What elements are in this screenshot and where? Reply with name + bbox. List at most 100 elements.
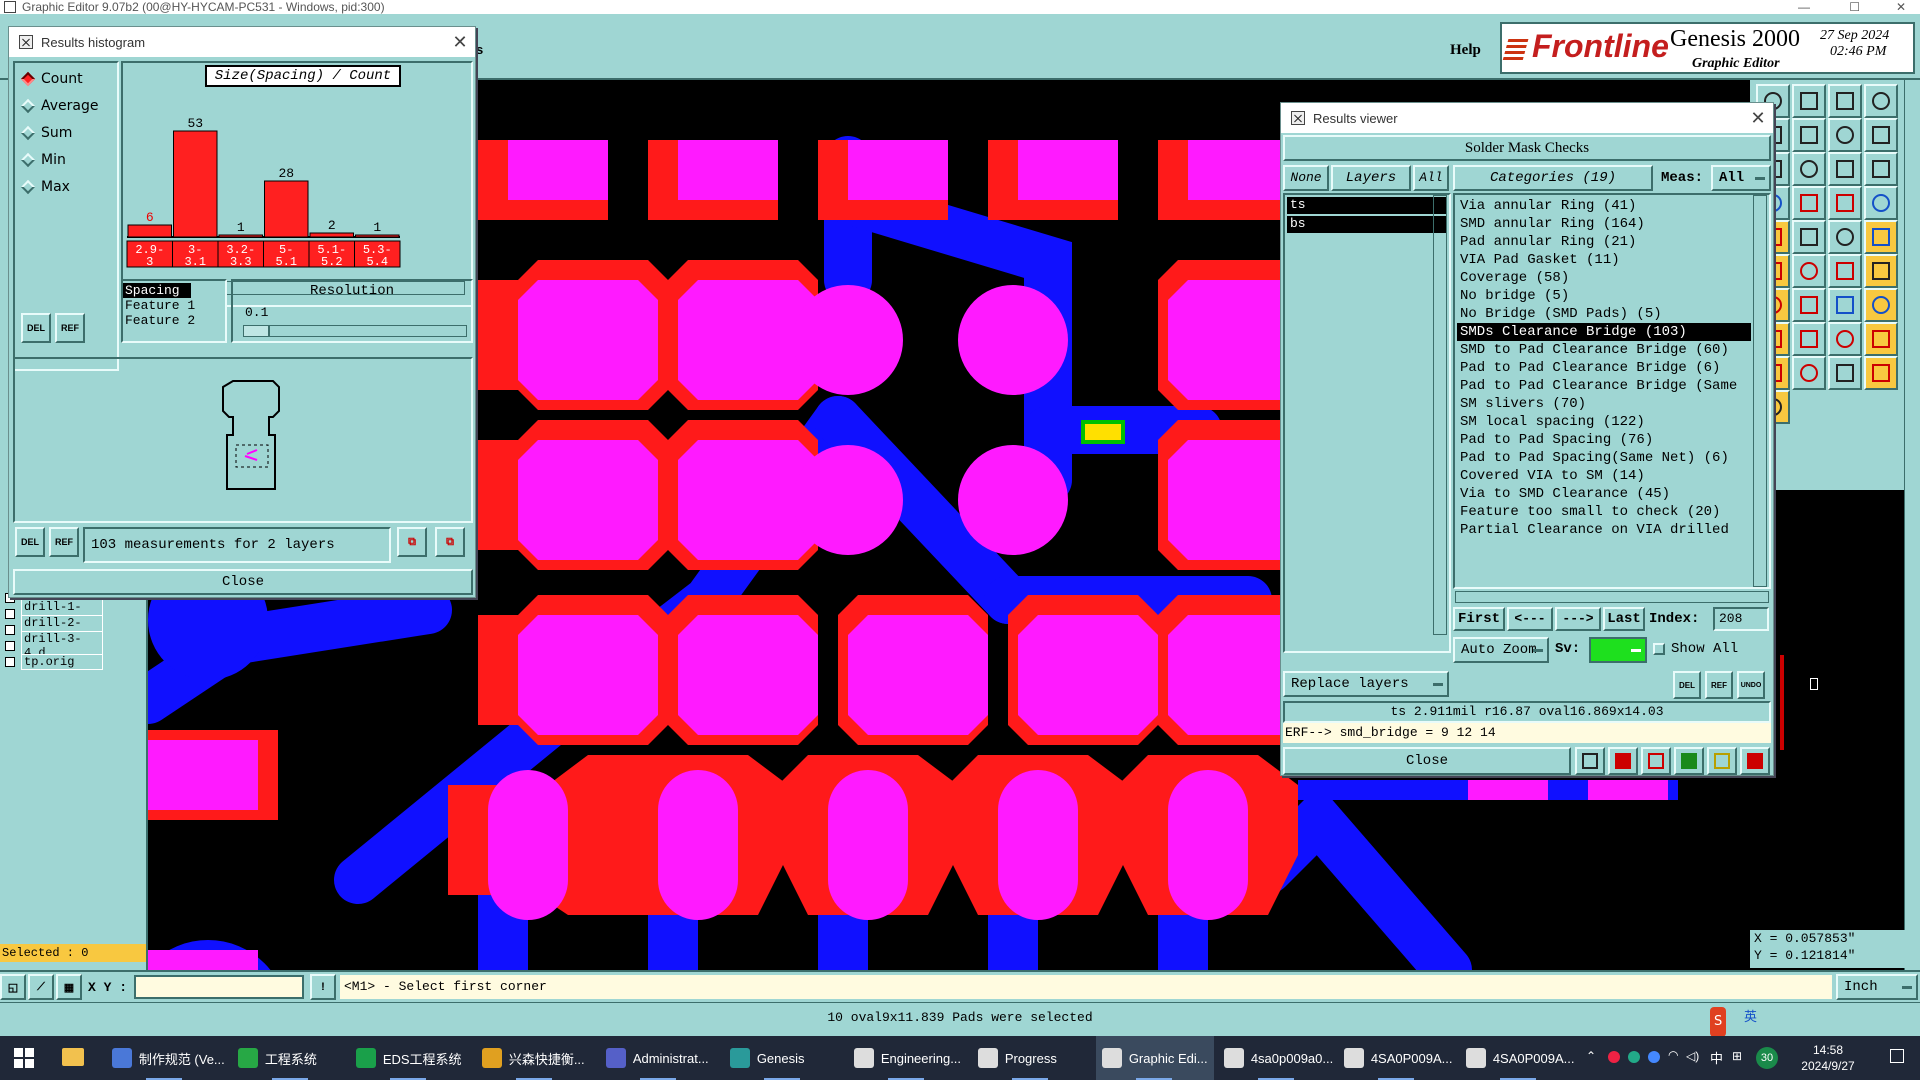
- home-icon[interactable]: [1828, 84, 1862, 118]
- layer-checkbox[interactable]: [5, 657, 15, 667]
- del-button[interactable]: DEL: [21, 313, 51, 343]
- first-button[interactable]: First: [1453, 607, 1505, 631]
- flip-icon[interactable]: [1828, 118, 1862, 152]
- align-icon[interactable]: [1828, 322, 1862, 356]
- category-item[interactable]: Pad annular Ring (21): [1457, 233, 1751, 251]
- histogram-icon[interactable]: [1740, 747, 1770, 775]
- del-button[interactable]: DEL: [1673, 671, 1701, 699]
- chevron-up-icon[interactable]: ⌃: [1586, 1049, 1596, 1063]
- replace-layers-dropdown[interactable]: Replace layers: [1283, 671, 1449, 697]
- bar[interactable]: [309, 232, 354, 238]
- tray-icon[interactable]: [1608, 1051, 1620, 1063]
- layers-header[interactable]: Layers: [1331, 165, 1411, 191]
- zoom-layer-button[interactable]: ⧉: [397, 527, 427, 557]
- close-icon[interactable]: ✕: [1743, 108, 1773, 129]
- categories-header[interactable]: Categories (19): [1453, 165, 1653, 191]
- minimize-icon[interactable]: —: [1798, 0, 1810, 14]
- help-menu[interactable]: Help: [1450, 42, 1481, 59]
- mode-radio-max[interactable]: Max: [15, 173, 117, 200]
- copy-icon[interactable]: [1792, 84, 1826, 118]
- snap-icon[interactable]: [1792, 152, 1826, 186]
- undo-button[interactable]: UNDO: [1737, 671, 1765, 699]
- pointer-icon[interactable]: [1828, 356, 1862, 390]
- wifi-icon[interactable]: ◠: [1668, 1048, 1678, 1062]
- field-item[interactable]: Spacing: [123, 283, 191, 298]
- layout-icon[interactable]: [1864, 84, 1898, 118]
- tray-icon[interactable]: [1648, 1051, 1660, 1063]
- help-icon[interactable]: [1864, 152, 1898, 186]
- bar[interactable]: [264, 180, 309, 238]
- ref-button[interactable]: REF: [49, 527, 79, 557]
- taskbar-item[interactable]: EDS工程系统: [350, 1036, 468, 1080]
- viewer-close-button[interactable]: Close: [1283, 747, 1571, 775]
- prev-button[interactable]: <---: [1507, 607, 1553, 631]
- category-item[interactable]: Coverage (58): [1457, 269, 1751, 287]
- layers-icon[interactable]: [1792, 186, 1826, 220]
- resolution-slider[interactable]: [243, 325, 467, 337]
- zoom-feature-button[interactable]: ⧉: [435, 527, 465, 557]
- line-icon[interactable]: [1828, 254, 1862, 288]
- mode-radio-count[interactable]: Count: [15, 65, 117, 92]
- layers-none-button[interactable]: None: [1283, 165, 1329, 191]
- category-item[interactable]: SMDs Clearance Bridge (103): [1457, 323, 1751, 341]
- category-item[interactable]: SM local spacing (122): [1457, 413, 1751, 431]
- attach-icon[interactable]: [1792, 322, 1826, 356]
- list-item[interactable]: drill-3-4.d: [2, 631, 118, 661]
- stop-icon[interactable]: [1608, 747, 1638, 775]
- taskbar-item[interactable]: 制作规范 (Ve...: [106, 1036, 224, 1080]
- close-icon[interactable]: ✕: [1896, 0, 1906, 14]
- category-item[interactable]: Via to SMD Clearance (45): [1457, 485, 1751, 503]
- ref-button[interactable]: REF: [1705, 671, 1733, 699]
- resolution-value[interactable]: 0.1: [245, 305, 471, 320]
- clear-icon[interactable]: [1641, 747, 1671, 775]
- tray-ime[interactable]: 中: [1710, 1048, 1723, 1067]
- grid-icon[interactable]: ▦: [56, 974, 82, 1000]
- ime-language[interactable]: 英: [1744, 1003, 1757, 1033]
- trace-icon[interactable]: [1792, 288, 1826, 322]
- taskbar-item[interactable]: Genesis: [724, 1036, 842, 1080]
- volume-icon[interactable]: ◁): [1686, 1049, 1699, 1063]
- start-button[interactable]: [14, 1048, 34, 1068]
- tray-icon[interactable]: [1628, 1051, 1640, 1063]
- layer-checkbox[interactable]: [5, 625, 15, 635]
- pad-icon[interactable]: [1792, 220, 1826, 254]
- bar[interactable]: [218, 234, 263, 238]
- tray-icon[interactable]: ⊞: [1732, 1049, 1742, 1063]
- link-icon[interactable]: [1828, 288, 1862, 322]
- category-item[interactable]: Pad to Pad Clearance Bridge (Same: [1457, 377, 1751, 395]
- split-icon[interactable]: [1864, 118, 1898, 152]
- category-item[interactable]: VIA Pad Gasket (11): [1457, 251, 1751, 269]
- clock-time[interactable]: 14:58: [1786, 1043, 1870, 1057]
- bar[interactable]: [173, 130, 218, 238]
- show-all-checkbox[interactable]: [1653, 643, 1665, 655]
- field-item[interactable]: Feature 1: [123, 298, 225, 313]
- select-icon[interactable]: [1864, 356, 1898, 390]
- layer-item-bs[interactable]: bs: [1287, 216, 1447, 233]
- category-item[interactable]: Pad to Pad Spacing (76): [1457, 431, 1751, 449]
- category-item[interactable]: No Bridge (SMD Pads) (5): [1457, 305, 1751, 323]
- layer-checkbox[interactable]: [5, 609, 15, 619]
- list-item[interactable]: tp.orig: [2, 654, 118, 670]
- right-scroll[interactable]: [1904, 80, 1920, 970]
- category-item[interactable]: Covered VIA to SM (14): [1457, 467, 1751, 485]
- alert-icon[interactable]: !: [310, 974, 336, 1000]
- category-hscrollbar[interactable]: [1455, 591, 1769, 603]
- taskbar-item[interactable]: 兴森快捷衡...: [476, 1036, 594, 1080]
- auto-zoom-dropdown[interactable]: Auto Zoom: [1453, 637, 1549, 663]
- histogram-titlebar[interactable]: Results histogram ✕: [9, 27, 475, 57]
- index-field[interactable]: 208: [1713, 607, 1769, 631]
- category-item[interactable]: Partial Clearance on VIA drilled: [1457, 521, 1751, 539]
- sv-color-dropdown[interactable]: [1589, 637, 1647, 663]
- taskbar-item[interactable]: 4SA0P009A...: [1460, 1036, 1578, 1080]
- category-item[interactable]: SM slivers (70): [1457, 395, 1751, 413]
- taskbar-item[interactable]: 4sa0p009a0...: [1218, 1036, 1336, 1080]
- clock-date[interactable]: 2024/9/27: [1786, 1059, 1870, 1073]
- arc-icon[interactable]: [1864, 254, 1898, 288]
- del-button[interactable]: DEL: [15, 527, 45, 557]
- measure-icon[interactable]: ⟋: [28, 974, 54, 1000]
- cross-icon[interactable]: [1864, 220, 1898, 254]
- close-icon[interactable]: ✕: [445, 32, 475, 53]
- taskbar-item[interactable]: Administrat...: [600, 1036, 718, 1080]
- category-item[interactable]: SMD annular Ring (164): [1457, 215, 1751, 233]
- vertex-icon[interactable]: [1792, 356, 1826, 390]
